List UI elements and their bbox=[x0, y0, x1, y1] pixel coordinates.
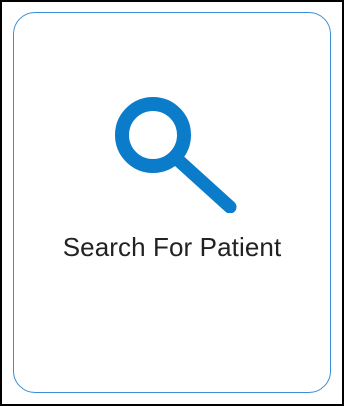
search-icon bbox=[114, 95, 238, 213]
page-frame: Search For Patient bbox=[2, 2, 342, 404]
search-for-patient-card[interactable]: Search For Patient bbox=[13, 12, 331, 393]
card-label: Search For Patient bbox=[62, 232, 282, 262]
